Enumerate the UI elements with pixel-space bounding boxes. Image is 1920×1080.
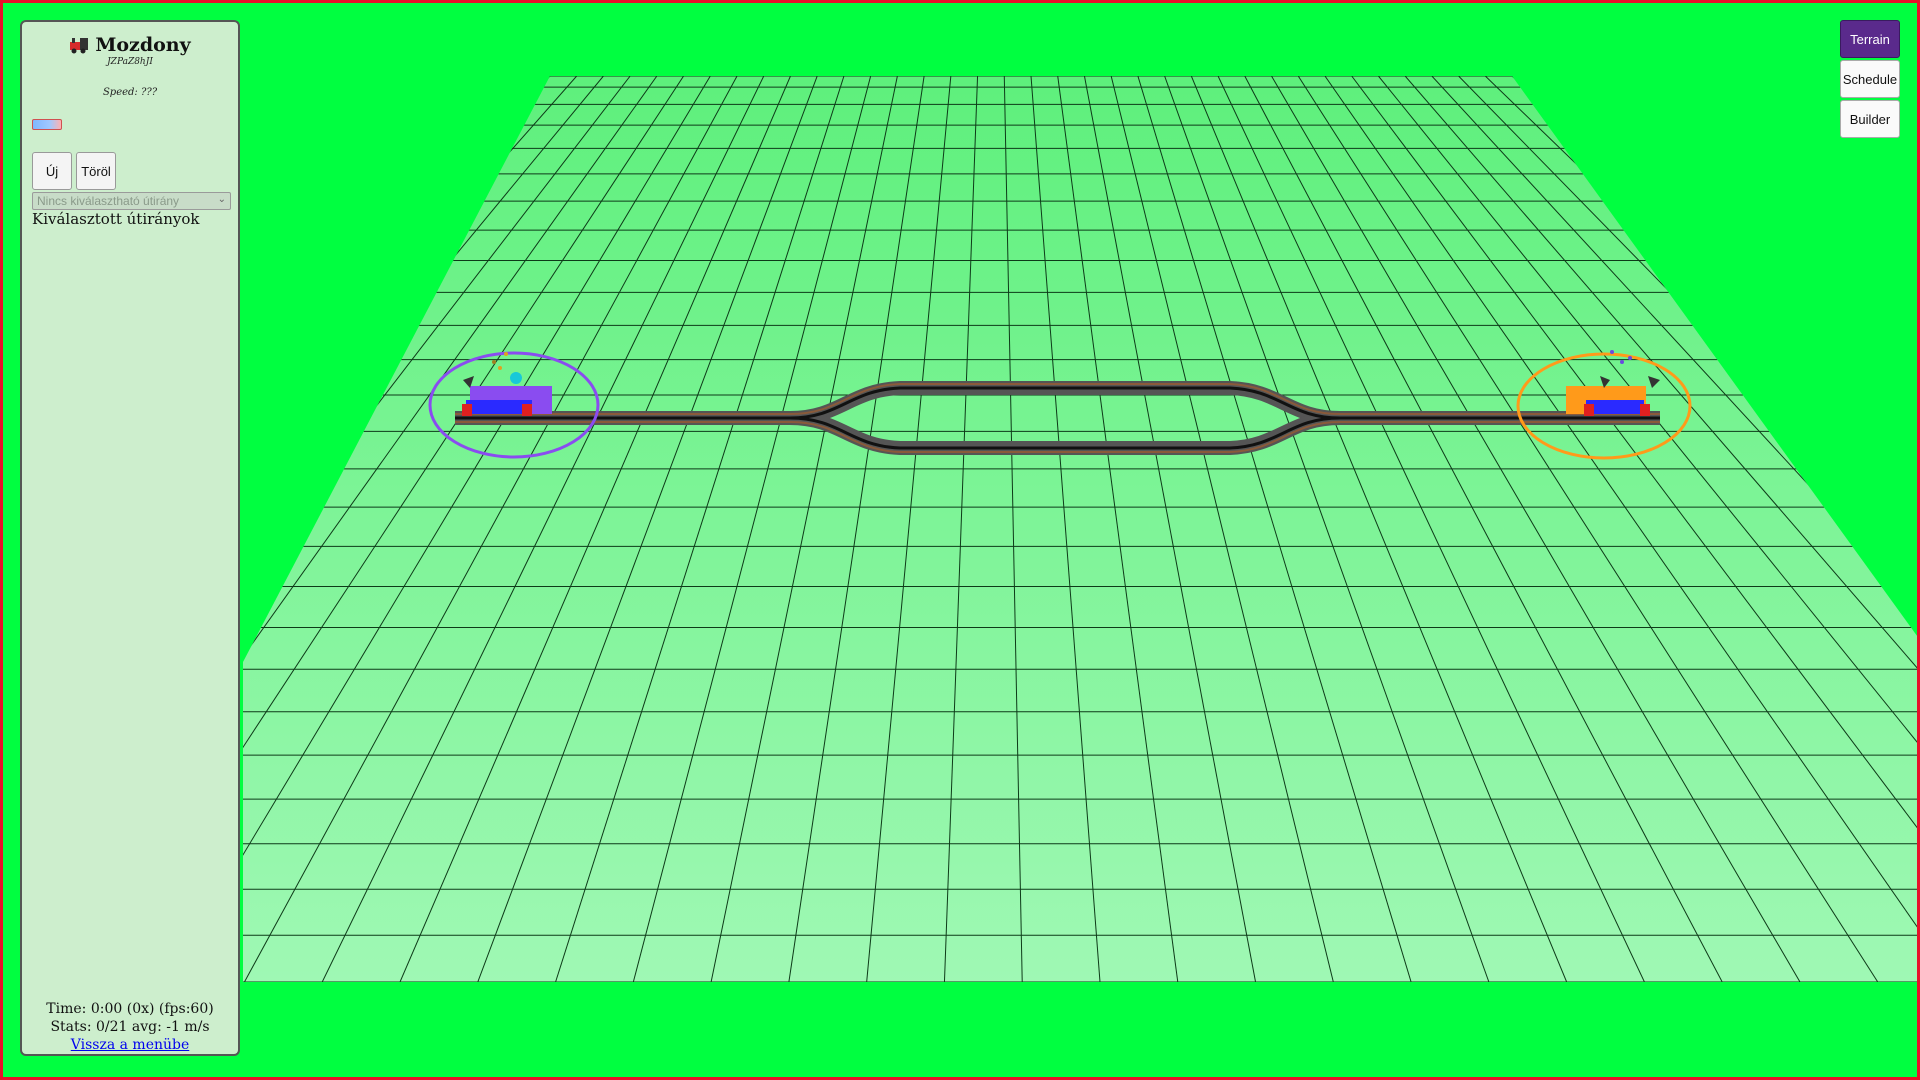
- app-title-text: Mozdony: [95, 34, 191, 56]
- speed-label: Speed: ???: [102, 87, 158, 98]
- ground-plane[interactable]: [243, 76, 1920, 982]
- back-to-menu-link[interactable]: Vissza a menübe: [71, 1037, 190, 1053]
- stats-readout: Stats: 0/21 avg: -1 m/s: [50, 1019, 210, 1035]
- tab-schedule[interactable]: Schedule: [1840, 60, 1900, 98]
- sidebar-panel: Mozdony JZPaZ8hJI Speed: ??? Új Töröl Ni…: [20, 20, 240, 1056]
- delete-route-button[interactable]: Töröl: [76, 152, 116, 190]
- selected-routes-label: Kiválasztott útirányok: [32, 210, 200, 228]
- tab-terrain[interactable]: Terrain: [1840, 20, 1900, 58]
- speed-indicator: [32, 119, 62, 130]
- chevron-down-icon: ⌄: [217, 194, 226, 205]
- user-id: JZPaZ8hJI: [107, 57, 153, 67]
- route-select-value: Nincs kiválasztható útirány: [37, 194, 180, 208]
- tab-builder[interactable]: Builder: [1840, 100, 1900, 138]
- terrain-scene[interactable]: [0, 0, 1920, 1080]
- locomotive-icon: [69, 36, 91, 59]
- status-footer: Time: 0:00 (0x) (fps:60) Stats: 0/21 avg…: [22, 1000, 238, 1054]
- time-readout: Time: 0:00 (0x) (fps:60): [46, 1001, 214, 1017]
- app-title: Mozdony: [22, 34, 238, 59]
- new-route-button[interactable]: Új: [32, 152, 72, 190]
- route-select[interactable]: Nincs kiválasztható útirány ⌄: [32, 192, 231, 210]
